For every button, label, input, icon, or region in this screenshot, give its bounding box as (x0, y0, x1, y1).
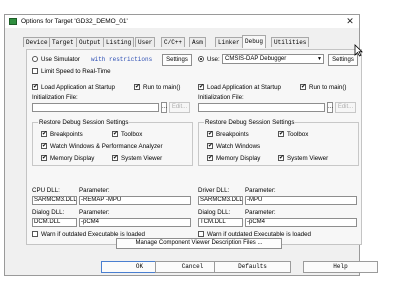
toolbox-checkbox-left[interactable] (112, 130, 118, 138)
init-file-browse-left[interactable]: ... (161, 102, 167, 113)
dialog-dll-label-right: Dialog DLL: (198, 209, 231, 216)
limit-speed-checkbox[interactable] (32, 68, 38, 74)
toolbox-label-left: Toolbox (121, 131, 143, 138)
breakpoints-checkbox-left[interactable] (41, 130, 47, 138)
init-file-input-left[interactable] (32, 103, 159, 112)
tab-linker[interactable]: Linker (215, 37, 243, 47)
system-viewer-label-right: System Viewer (287, 155, 329, 162)
tab-target[interactable]: Target (49, 37, 77, 47)
mouse-cursor-icon (354, 44, 363, 57)
memory-label-left: Memory Display (50, 155, 95, 162)
init-file-label-left: Initialization File: (32, 94, 78, 101)
load-app-label-right: Load Application at Startup (207, 84, 281, 91)
tab-device[interactable]: Device (23, 37, 51, 47)
tab-utilities[interactable]: Utilities (271, 37, 310, 47)
restore-title-left: Restore Debug Session Settings (38, 119, 130, 126)
driver-param-label: Parameter: (245, 187, 276, 194)
dialog-dll-input-right[interactable]: TCM.DLL (198, 218, 243, 227)
dialog-dll-input-left[interactable]: DCM.DLL (32, 218, 77, 227)
use-simulator-radio[interactable] (32, 56, 38, 62)
title-bar: Options for Target 'GD32_DEMO_01' ✕ (5, 15, 359, 28)
debugger-select[interactable]: CMSIS-DAP Debugger ▼ (222, 54, 324, 64)
dialog-param-input-left[interactable]: -pCM4 (79, 218, 191, 227)
run-to-main-label-left: Run to main() (143, 84, 181, 91)
limit-speed-label: Limit Speed to Real-Time (41, 68, 111, 75)
help-button[interactable]: Help (303, 261, 378, 273)
memory-checkbox-right[interactable] (207, 154, 213, 162)
use-simulator-label: Use Simulator (41, 56, 80, 63)
watch-label-left: Watch Windows & Performance Analyzer (50, 143, 163, 150)
breakpoints-checkbox-right[interactable] (207, 130, 213, 138)
watch-label-right: Watch Windows (216, 143, 261, 150)
tab-debug[interactable]: Debug (242, 35, 267, 48)
toolbox-checkbox-right[interactable] (278, 130, 284, 138)
init-file-label-right: Initialization File: (198, 94, 244, 101)
breakpoints-label-right: Breakpoints (216, 131, 249, 138)
init-file-edit-left[interactable]: Edit... (169, 102, 190, 113)
warn-outdated-checkbox-left[interactable] (32, 231, 38, 237)
defaults-button[interactable]: Defaults (214, 261, 291, 273)
driver-dll-label: Driver DLL: (198, 187, 230, 194)
restore-group-left: Restore Debug Session Settings Breakpoin… (32, 119, 193, 166)
watch-checkbox-left[interactable] (41, 142, 47, 150)
dialog-param-label-left: Parameter: (79, 209, 110, 216)
tab-listing[interactable]: Listing (103, 37, 135, 47)
tab-user[interactable]: User (135, 37, 156, 47)
restore-title-right: Restore Debug Session Settings (204, 119, 296, 126)
restore-group-right: Restore Debug Session Settings Breakpoin… (198, 119, 359, 166)
options-dialog: Options for Target 'GD32_DEMO_01' ✕ Devi… (4, 14, 378, 276)
run-to-main-checkbox-right[interactable] (300, 83, 306, 91)
load-app-checkbox-left[interactable] (32, 83, 38, 91)
warn-outdated-checkbox-right[interactable] (198, 231, 204, 237)
dialog-dll-label-left: Dialog DLL: (32, 209, 65, 216)
memory-checkbox-left[interactable] (41, 154, 47, 162)
manage-component-viewer-button[interactable]: Manage Component Viewer Description File… (116, 238, 282, 249)
tab-output[interactable]: Output (76, 37, 104, 47)
system-viewer-checkbox-right[interactable] (278, 154, 284, 162)
dialog-param-input-right[interactable]: -pCM4 (245, 218, 357, 227)
close-icon[interactable]: ✕ (343, 16, 357, 27)
memory-label-right: Memory Display (216, 155, 261, 162)
tab-c-cpp[interactable]: C/C++ (161, 37, 186, 47)
simulator-settings-button[interactable]: Settings (162, 54, 192, 66)
watch-checkbox-right[interactable] (207, 142, 213, 150)
system-viewer-checkbox-left[interactable] (112, 154, 118, 162)
toolbox-label-right: Toolbox (287, 131, 309, 138)
debug-panel: Use Simulator with restrictions Settings… (26, 49, 362, 245)
cpu-param-input[interactable]: -REMAP -MPU (79, 196, 191, 205)
init-file-input-right[interactable] (198, 103, 325, 112)
window-title: Options for Target 'GD32_DEMO_01' (21, 18, 128, 25)
init-file-edit-right[interactable]: Edit... (335, 102, 356, 113)
init-file-browse-right[interactable]: ... (327, 102, 333, 113)
use-label: Use: (207, 56, 220, 63)
use-debugger-radio[interactable] (198, 56, 204, 62)
system-viewer-label-left: System Viewer (121, 155, 163, 162)
tab-asm[interactable]: Asm (189, 37, 206, 47)
cpu-dll-label: CPU DLL: (32, 187, 60, 194)
driver-param-input[interactable]: -MPU (245, 196, 357, 205)
debugger-select-value: CMSIS-DAP Debugger (225, 56, 287, 62)
run-to-main-checkbox-left[interactable] (134, 83, 140, 91)
load-app-checkbox-right[interactable] (198, 83, 204, 91)
cpu-param-label: Parameter: (79, 187, 110, 194)
breakpoints-label-left: Breakpoints (50, 131, 83, 138)
warn-outdated-label-right: Warn if outdated Executable is loaded (207, 231, 311, 238)
keil-app-icon (9, 18, 17, 25)
chevron-down-icon: ▼ (317, 56, 322, 62)
run-to-main-label-right: Run to main() (309, 84, 347, 91)
dialog-param-label-right: Parameter: (245, 209, 276, 216)
load-app-label-left: Load Application at Startup (41, 84, 115, 91)
warn-outdated-label-left: Warn if outdated Executable is loaded (41, 231, 145, 238)
with-restrictions-link[interactable]: with restrictions (91, 56, 152, 63)
driver-dll-input[interactable]: SARMCM3.DLL (198, 196, 243, 205)
cpu-dll-input[interactable]: SARMCM3.DLL (32, 196, 77, 205)
